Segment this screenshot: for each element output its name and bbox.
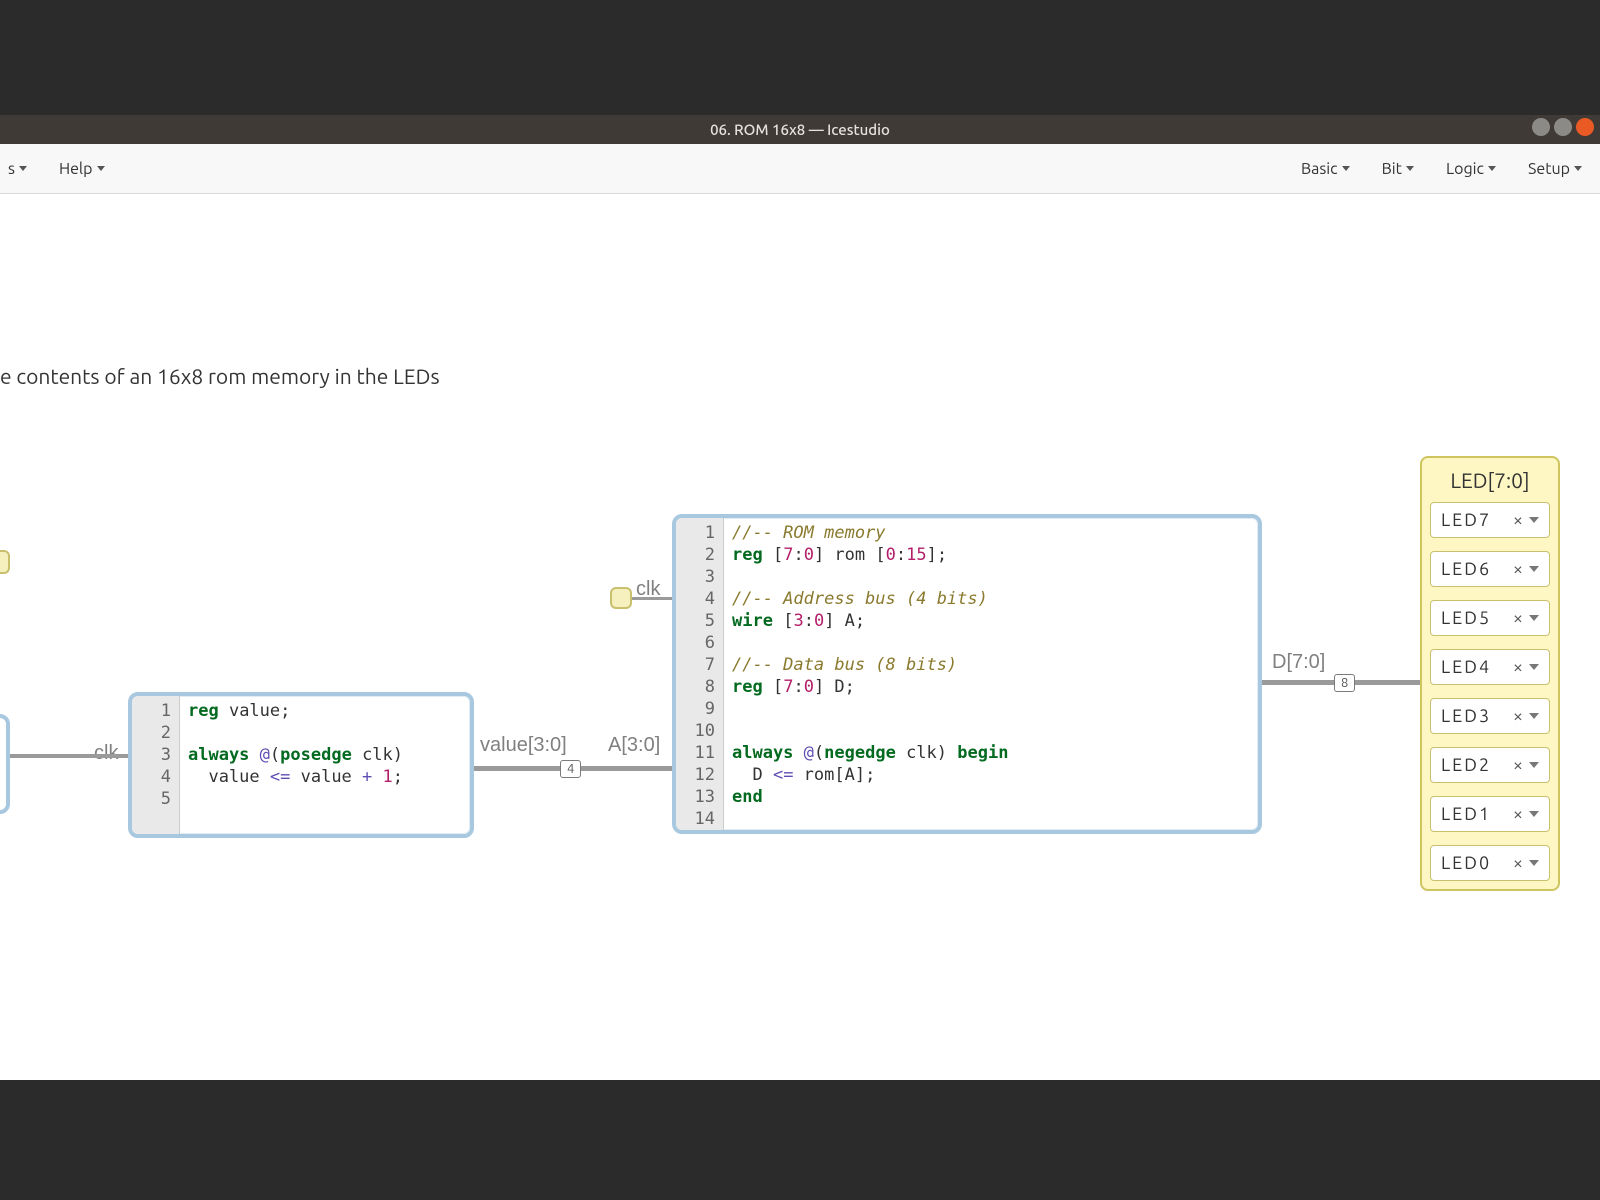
chevron-down-icon xyxy=(1488,166,1496,171)
led-row-5[interactable]: LED5 × xyxy=(1430,600,1550,636)
close-x-icon[interactable]: × xyxy=(1513,510,1525,530)
port-label-d-out: D[7:0] xyxy=(1272,651,1325,674)
close-x-icon[interactable]: × xyxy=(1513,608,1525,628)
maximize-icon[interactable] xyxy=(1554,118,1572,136)
port-label-a-in: A[3:0] xyxy=(608,734,660,757)
led-row-7[interactable]: LED7 × xyxy=(1430,502,1550,538)
chevron-down-icon[interactable] xyxy=(1529,517,1539,523)
chevron-down-icon[interactable] xyxy=(1529,860,1539,866)
close-x-icon[interactable]: × xyxy=(1513,853,1525,873)
code-block-counter[interactable]: 1 2 3 4 5 reg value; always @(posedge cl… xyxy=(128,692,474,838)
bus-width-8-badge: 8 xyxy=(1334,674,1355,692)
led-row-3[interactable]: LED3 × xyxy=(1430,698,1550,734)
menu-help[interactable]: Help xyxy=(59,160,105,178)
chevron-down-icon[interactable] xyxy=(1529,713,1539,719)
close-x-icon[interactable]: × xyxy=(1513,559,1525,579)
wire-clk-left xyxy=(10,754,128,758)
code-rom-body: //-- ROM memory reg [7:0] rom [0:15]; //… xyxy=(724,518,1258,830)
chevron-down-icon[interactable] xyxy=(1529,664,1539,670)
chevron-down-icon[interactable] xyxy=(1529,615,1539,621)
window-title: 06. ROM 16x8 — Icestudio xyxy=(710,121,890,138)
chevron-down-icon xyxy=(1342,166,1350,171)
menu-basic[interactable]: Basic xyxy=(1301,160,1350,178)
clk-port-stub[interactable] xyxy=(610,587,632,609)
chevron-down-icon[interactable] xyxy=(1529,566,1539,572)
wire-clk-rom xyxy=(632,597,674,600)
menu-setup[interactable]: Setup xyxy=(1528,160,1582,178)
output-block-led[interactable]: LED[7:0] LED7 × LED6 × LED5 × LED4 × LED… xyxy=(1420,456,1560,891)
close-x-icon[interactable]: × xyxy=(1513,755,1525,775)
minimize-icon[interactable] xyxy=(1532,118,1550,136)
menu-item-left-0[interactable]: s xyxy=(8,160,27,178)
chevron-down-icon xyxy=(1406,166,1414,171)
chevron-down-icon[interactable] xyxy=(1529,811,1539,817)
chevron-down-icon[interactable] xyxy=(1529,762,1539,768)
design-canvas[interactable]: e contents of an 16x8 rom memory in the … xyxy=(0,194,1600,1080)
code-block-rom[interactable]: 1 2 3 4 5 6 7 8 9 10 11 12 13 14 //-- RO… xyxy=(672,514,1262,834)
close-icon[interactable] xyxy=(1576,118,1594,136)
led-row-4[interactable]: LED4 × xyxy=(1430,649,1550,685)
led-row-1[interactable]: LED1 × xyxy=(1430,796,1550,832)
close-x-icon[interactable]: × xyxy=(1513,706,1525,726)
led-row-0[interactable]: LED0 × xyxy=(1430,845,1550,881)
menu-bit[interactable]: Bit xyxy=(1382,160,1414,178)
chevron-down-icon xyxy=(97,166,105,171)
menu-logic[interactable]: Logic xyxy=(1446,160,1496,178)
close-x-icon[interactable]: × xyxy=(1513,804,1525,824)
chevron-down-icon xyxy=(1574,166,1582,171)
led-row-2[interactable]: LED2 × xyxy=(1430,747,1550,783)
port-label-value-out: value[3:0] xyxy=(480,734,567,757)
code-counter-body: reg value; always @(posedge clk) value <… xyxy=(180,696,470,834)
description-label: e contents of an 16x8 rom memory in the … xyxy=(0,364,440,388)
chevron-down-icon xyxy=(19,166,27,171)
bus-width-4-badge: 4 xyxy=(560,760,581,778)
led-row-6[interactable]: LED6 × xyxy=(1430,551,1550,587)
led-block-title: LED[7:0] xyxy=(1430,468,1550,492)
menubar: s Help Basic Bit Logic Setup xyxy=(0,144,1600,194)
close-x-icon[interactable]: × xyxy=(1513,657,1525,677)
window-titlebar: 06. ROM 16x8 — Icestudio xyxy=(0,115,1600,144)
